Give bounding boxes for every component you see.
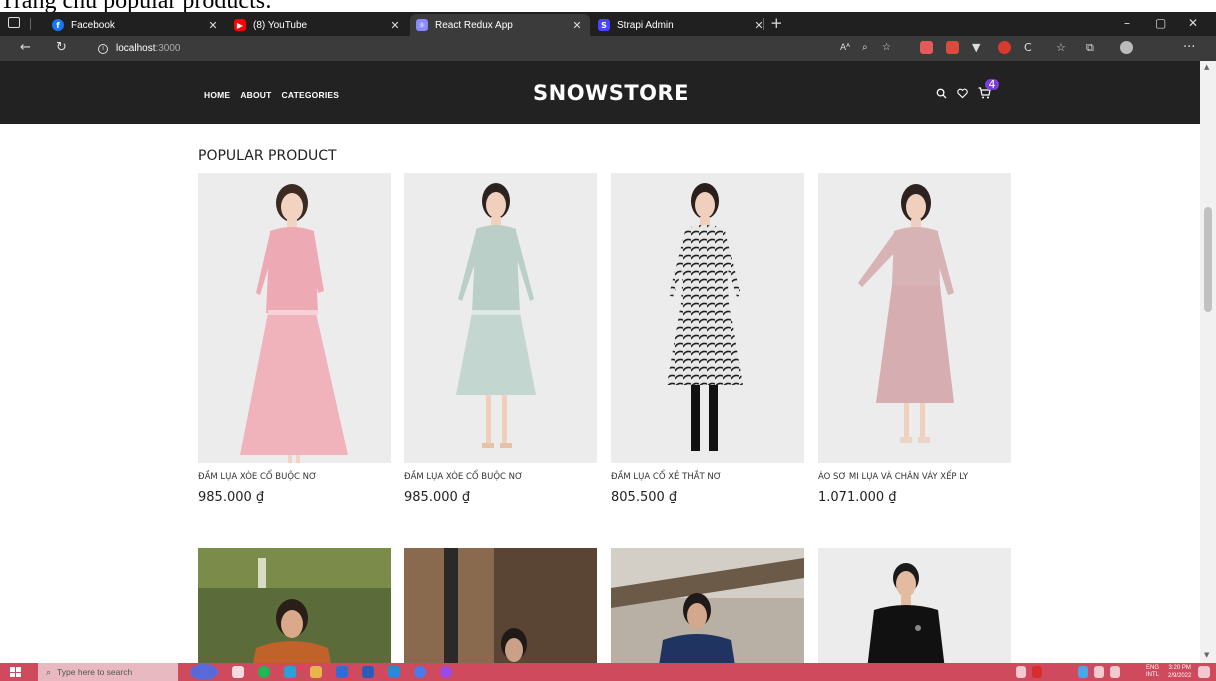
extension-pocket-icon[interactable] bbox=[946, 41, 959, 54]
browser-address-bar: ← ↻ i localhost:3000 Aᴬ ⌕ ☆ ▼ C ☆ ⧉ ··· bbox=[0, 36, 1216, 61]
windows-start-icon[interactable] bbox=[10, 667, 21, 677]
tab-strapi-admin[interactable]: S Strapi Admin ✕ bbox=[592, 14, 772, 36]
tab-react-redux-app[interactable]: ⚛ React Redux App ✕ bbox=[410, 14, 590, 36]
product-card[interactable]: ÁO SƠ MI LỤA VÀ CHÂN VÁY XẾP LY 1.071.00… bbox=[818, 173, 1011, 505]
product-name[interactable]: ĐẦM LỤA CỔ XẺ THẮT NƠ bbox=[611, 472, 804, 482]
site-logo[interactable]: SNOWSTORE bbox=[533, 81, 689, 105]
cortana-icon[interactable] bbox=[190, 664, 218, 680]
nav-categories-link[interactable]: CATEGORIES bbox=[282, 90, 340, 100]
window-close-icon[interactable]: ✕ bbox=[1188, 16, 1198, 30]
extension-red-icon[interactable] bbox=[920, 41, 933, 54]
page-scrollbar[interactable]: ▲ ▼ bbox=[1200, 61, 1216, 663]
product-price: 1.071.000 ₫ bbox=[818, 490, 897, 505]
product-price: 985.000 ₫ bbox=[404, 490, 471, 505]
messenger-icon[interactable] bbox=[440, 666, 452, 678]
search-icon: ⌕ bbox=[46, 666, 52, 677]
product-image[interactable] bbox=[404, 173, 597, 463]
vscode-icon[interactable] bbox=[388, 666, 400, 678]
close-icon[interactable]: ✕ bbox=[570, 19, 584, 32]
more-icon[interactable]: ··· bbox=[1183, 40, 1195, 55]
edge-icon[interactable] bbox=[284, 666, 296, 678]
favorite-add-icon[interactable]: ☆ bbox=[882, 42, 891, 53]
notifications-icon[interactable] bbox=[1198, 666, 1210, 678]
heart-icon[interactable] bbox=[957, 88, 968, 102]
store-icon[interactable] bbox=[336, 666, 348, 678]
profile-avatar-icon[interactable] bbox=[1120, 41, 1133, 54]
url-input[interactable]: i localhost:3000 bbox=[90, 39, 890, 58]
scroll-down-icon[interactable]: ▼ bbox=[1204, 651, 1209, 659]
product-price: 805.500 ₫ bbox=[611, 490, 678, 505]
product-image[interactable] bbox=[611, 173, 804, 463]
language-indicator[interactable]: ENG INTL bbox=[1146, 665, 1159, 679]
tray-chevron-icon[interactable] bbox=[1016, 666, 1026, 678]
network-icon[interactable] bbox=[1110, 666, 1120, 678]
zalo-icon[interactable] bbox=[414, 666, 426, 678]
section-title: POPULAR PRODUCT bbox=[198, 148, 337, 164]
youtube-icon: ▶ bbox=[234, 19, 246, 31]
tab-separator bbox=[763, 18, 764, 30]
extension-c-icon[interactable]: C bbox=[1024, 41, 1032, 54]
product-image[interactable] bbox=[198, 173, 391, 463]
main-nav: HOME ABOUT CATEGORIES bbox=[204, 90, 339, 100]
nav-home-link[interactable]: HOME bbox=[204, 90, 230, 100]
browser-tab-bar: f Facebook ✕ ▶ (8) YouTube ✕ ⚛ React Red… bbox=[0, 12, 1216, 36]
product-name[interactable]: ĐẦM LỤA XÒE CỔ BUỘC NƠ bbox=[198, 472, 391, 482]
product-card[interactable]: ĐẦM LỤA CỔ XẺ THẮT NƠ 805.500 ₫ bbox=[611, 173, 804, 505]
favorites-icon[interactable]: ☆ bbox=[1056, 41, 1066, 54]
product-image[interactable] bbox=[404, 548, 597, 663]
zoom-icon[interactable]: ⌕ bbox=[862, 42, 868, 53]
onedrive-icon[interactable] bbox=[1078, 666, 1088, 678]
extension-adblock-icon[interactable] bbox=[998, 41, 1011, 54]
cart-count-badge: 4 bbox=[985, 78, 999, 91]
tab-actions-icon[interactable] bbox=[8, 17, 20, 28]
minimize-icon[interactable]: – bbox=[1124, 16, 1130, 30]
tray-app-icon[interactable] bbox=[1032, 666, 1042, 678]
restore-icon[interactable]: ▢ bbox=[1155, 16, 1166, 30]
strapi-icon: S bbox=[598, 19, 610, 31]
spotify-icon[interactable] bbox=[258, 666, 270, 678]
product-name[interactable]: ÁO SƠ MI LỤA VÀ CHÂN VÁY XẾP LY bbox=[818, 472, 1011, 482]
product-image[interactable] bbox=[611, 548, 804, 663]
header-actions: 4 bbox=[936, 78, 999, 102]
product-image[interactable] bbox=[818, 173, 1011, 463]
page-viewport: HOME ABOUT CATEGORIES SNOWSTORE 4 POPULA… bbox=[0, 61, 1200, 663]
tab-separator bbox=[30, 18, 31, 30]
windows-taskbar: ⌕ Type here to search ENG INTL 3:20 PM 2… bbox=[0, 663, 1216, 681]
word-icon[interactable] bbox=[362, 666, 374, 678]
close-icon[interactable]: ✕ bbox=[206, 19, 220, 32]
read-aloud-icon[interactable]: Aᴬ bbox=[840, 43, 850, 53]
product-price: 985.000 ₫ bbox=[198, 490, 265, 505]
product-card[interactable]: ĐẦM LỤA XÒE CỔ BUỘC NƠ 985.000 ₫ bbox=[404, 173, 597, 505]
react-icon: ⚛ bbox=[416, 19, 428, 31]
tab-youtube[interactable]: ▶ (8) YouTube ✕ bbox=[228, 14, 408, 36]
collections-icon[interactable]: ⧉ bbox=[1086, 41, 1094, 55]
facebook-icon: f bbox=[52, 19, 64, 31]
site-header: HOME ABOUT CATEGORIES SNOWSTORE 4 bbox=[0, 61, 1200, 124]
product-name[interactable]: ĐẦM LỤA XÒE CỔ BUỘC NƠ bbox=[404, 472, 597, 482]
close-icon[interactable]: ✕ bbox=[388, 19, 402, 32]
file-explorer-icon[interactable] bbox=[310, 666, 322, 678]
volume-icon[interactable] bbox=[1094, 666, 1104, 678]
search-icon[interactable] bbox=[936, 88, 947, 102]
product-image[interactable] bbox=[198, 548, 391, 663]
clock[interactable]: 3:20 PM 2/9/2022 bbox=[1168, 664, 1191, 680]
product-image[interactable] bbox=[818, 548, 1011, 663]
extension-v-icon[interactable]: ▼ bbox=[972, 41, 980, 54]
cart-button[interactable]: 4 bbox=[978, 78, 999, 102]
back-icon[interactable]: ← bbox=[20, 40, 31, 55]
scrollbar-thumb[interactable] bbox=[1204, 207, 1212, 312]
scroll-up-icon[interactable]: ▲ bbox=[1204, 63, 1209, 71]
nav-about-link[interactable]: ABOUT bbox=[240, 90, 271, 100]
new-tab-button[interactable]: + bbox=[770, 14, 783, 32]
tab-facebook[interactable]: f Facebook ✕ bbox=[46, 14, 226, 36]
taskbar-search-input[interactable]: ⌕ Type here to search bbox=[38, 663, 178, 681]
info-icon[interactable]: i bbox=[98, 43, 108, 54]
task-view-icon[interactable] bbox=[232, 666, 244, 678]
refresh-icon[interactable]: ↻ bbox=[56, 40, 67, 55]
product-card[interactable]: ĐẦM LỤA XÒE CỔ BUỘC NƠ 985.000 ₫ bbox=[198, 173, 391, 505]
